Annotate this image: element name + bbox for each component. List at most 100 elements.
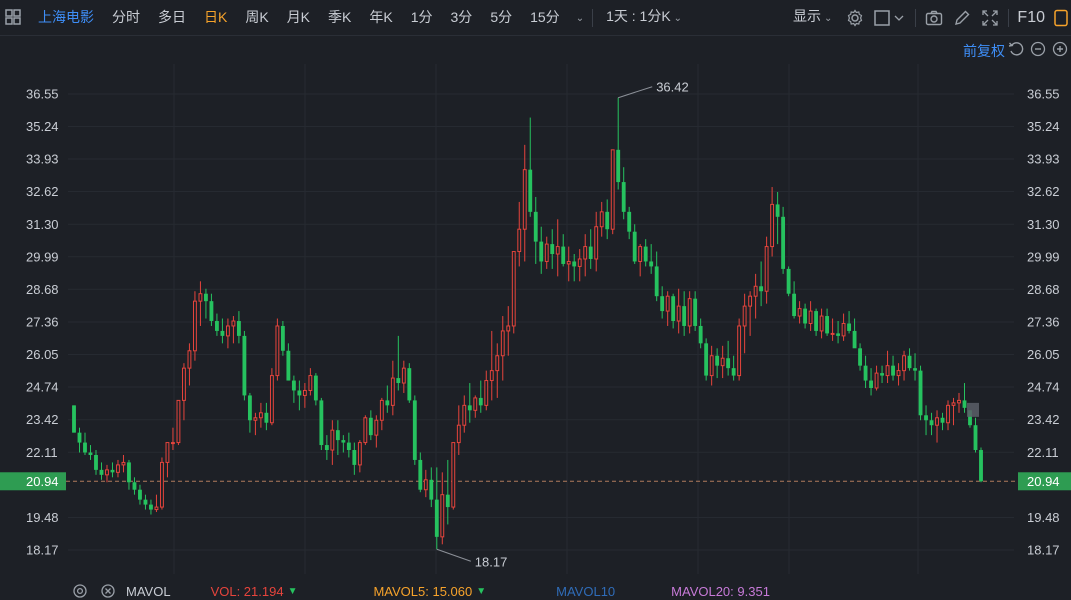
period-3min[interactable]: 3分	[442, 0, 482, 35]
y-axis-tick-right: 23.42	[1027, 412, 1060, 427]
period-5min[interactable]: 5分	[481, 0, 521, 35]
candle-body-up	[484, 380, 489, 406]
candle-body-up	[511, 251, 516, 327]
candle-body-down	[297, 390, 302, 396]
candle-body-down	[214, 321, 219, 331]
candle-body-up	[374, 419, 379, 436]
period-multiday[interactable]: 多日	[149, 0, 195, 35]
candle-body-up	[302, 389, 307, 396]
y-axis-tick-right: 26.05	[1027, 347, 1060, 362]
settings-gear-icon[interactable]	[845, 8, 865, 28]
candle-body-down	[632, 231, 637, 262]
settings-gear-icon[interactable]	[72, 583, 88, 599]
candle-body-down	[313, 375, 318, 401]
fullscreen-icon[interactable]	[980, 8, 1000, 28]
candle-body-down	[132, 482, 137, 490]
candle-body-down	[621, 182, 626, 212]
candle-body-down	[242, 335, 247, 396]
vol-value: VOL: 21.194	[210, 583, 284, 599]
grid-icon[interactable]	[4, 8, 22, 26]
zoom-in-icon[interactable]	[1051, 40, 1069, 58]
candlestick-chart[interactable]: 36.55 36.55 35.24 35.24 33.93 33.93 32.62 32.62…	[0, 64, 1071, 582]
down-triangle-icon: ▼	[476, 585, 487, 597]
candle-body-up	[583, 246, 588, 260]
more-periods-chevron-icon[interactable]: ⌄	[569, 0, 588, 36]
candle-body-up	[764, 246, 769, 292]
candle-body-up	[902, 355, 906, 372]
y-axis-tick-right: 29.99	[1027, 249, 1060, 264]
toolbar-divider	[1008, 8, 1010, 27]
candle-body-down	[204, 293, 208, 302]
candle-body-up	[231, 320, 236, 327]
candle-body-up	[770, 203, 775, 248]
candle-body-down	[77, 432, 82, 443]
candle-body-down	[715, 355, 720, 366]
period-intraday[interactable]: 分时	[103, 0, 149, 35]
candle-body-down	[138, 489, 142, 500]
period-1min[interactable]: 1分	[402, 0, 442, 35]
draw-pencil-icon[interactable]	[952, 8, 972, 28]
display-label: 显示	[793, 8, 822, 24]
overlay-checkbox[interactable]	[873, 8, 907, 28]
low-price-label: 18.17	[475, 554, 508, 569]
y-axis-tick-left: 32.62	[26, 184, 59, 199]
candle-body-down	[324, 445, 329, 451]
sidebar-toggle-icon[interactable]	[1051, 8, 1071, 28]
chart-subbar: 前复权	[0, 36, 1071, 64]
zoom-out-icon[interactable]	[1029, 40, 1047, 58]
price-adjust-toggle[interactable]: 前复权	[963, 41, 1005, 61]
candle-body-up	[566, 260, 571, 265]
y-axis-tick-left: 27.36	[26, 315, 59, 330]
interval-select[interactable]: 1天 : 1分K ⌄	[597, 0, 691, 36]
y-axis-tick-left: 24.74	[26, 380, 59, 395]
candle-body-up	[473, 397, 478, 411]
toolbar-divider	[592, 8, 594, 27]
period-15min[interactable]: 15分	[521, 0, 569, 35]
candle-body-down	[478, 397, 483, 406]
f10-button[interactable]: F10	[1013, 0, 1049, 35]
candle-body-down	[847, 323, 851, 331]
candle-body-up	[577, 258, 582, 267]
period-weekly-k[interactable]: 周K	[236, 0, 277, 35]
candle-body-down	[605, 211, 610, 230]
y-axis-tick-left: 23.42	[26, 412, 59, 427]
period-quarterly-k[interactable]: 季K	[319, 0, 360, 35]
candle-body-down	[396, 378, 401, 384]
candle-body-up	[495, 355, 500, 372]
candle-body-down	[726, 358, 731, 369]
candle-body-up	[555, 246, 560, 255]
y-axis-tick-right: 19.48	[1027, 510, 1060, 525]
candle-body-up	[506, 325, 511, 332]
candle-body-down	[341, 440, 346, 443]
y-axis-tick-right: 28.68	[1027, 282, 1060, 297]
reset-icon[interactable]	[1007, 40, 1025, 58]
close-icon[interactable]	[100, 583, 116, 599]
candle-body-up	[121, 461, 126, 466]
candle-body-up	[544, 243, 549, 262]
candle-body-down	[814, 311, 819, 331]
y-axis-tick-left: 31.30	[26, 217, 59, 232]
candle-body-up	[451, 442, 456, 508]
period-yearly-k[interactable]: 年K	[360, 0, 401, 35]
candle-body-down	[940, 417, 945, 423]
candle-body-down	[110, 469, 115, 473]
candle-body-down	[335, 430, 340, 441]
candle-body-down	[616, 149, 621, 183]
candle-body-down	[88, 452, 93, 455]
candle-body-down	[352, 450, 357, 465]
chevron-down-icon: ⌄	[673, 13, 683, 24]
candle-body-up	[808, 310, 813, 324]
candle-body-up	[742, 305, 747, 327]
candle-body-up	[171, 442, 175, 445]
candle-body-down	[346, 442, 351, 451]
display-dropdown[interactable]: 显示 ⌄	[784, 0, 841, 36]
y-axis-tick-right: 36.55	[1027, 87, 1060, 102]
candle-body-down	[572, 261, 577, 267]
candle-body-down	[434, 499, 439, 537]
candle-body-up	[709, 355, 714, 377]
period-daily-k[interactable]: 日K	[195, 0, 236, 35]
period-monthly-k[interactable]: 月K	[278, 0, 319, 35]
camera-icon[interactable]	[924, 8, 944, 28]
mavol-title[interactable]: MAVOL	[126, 584, 171, 599]
candle-body-up	[154, 506, 159, 511]
